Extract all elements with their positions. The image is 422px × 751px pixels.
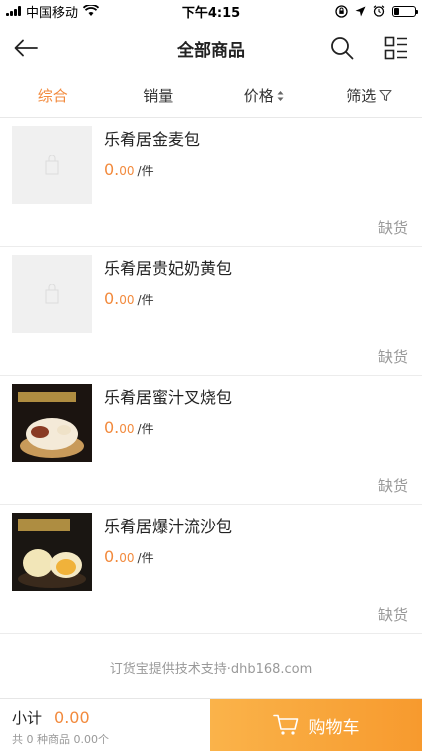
status-right <box>335 5 416 18</box>
price-decimal: 00 <box>119 293 134 307</box>
orientation-lock-icon <box>335 5 348 18</box>
stock-status: 缺货 <box>378 217 408 238</box>
stock-status: 缺货 <box>378 346 408 367</box>
bun-photo-icon <box>12 384 92 462</box>
price-unit: /件 <box>138 162 154 179</box>
back-arrow-icon <box>14 39 38 57</box>
layout-toggle-button[interactable] <box>382 34 410 62</box>
price-unit: /件 <box>138 549 154 566</box>
carrier-label: 中国移动 <box>26 2 78 21</box>
product-price: 0. 00 /件 <box>104 418 154 437</box>
price-integer: 0. <box>104 547 119 566</box>
stock-status: 缺货 <box>378 475 408 496</box>
product-name: 乐肴居贵妃奶黄包 <box>104 255 232 279</box>
sort-tab-sales[interactable]: 销量 <box>106 85 212 106</box>
nav-actions <box>328 34 410 62</box>
price-integer: 0. <box>104 418 119 437</box>
image-placeholder-icon <box>44 284 60 304</box>
subtotal: 小计 0.00 <box>12 707 90 728</box>
filter-icon <box>379 89 392 102</box>
sort-tab-label: 筛选 <box>346 85 376 106</box>
price-decimal: 00 <box>119 164 134 178</box>
status-left: 中国移动 <box>6 2 99 21</box>
search-button[interactable] <box>328 34 356 62</box>
sort-arrows-icon <box>277 90 284 102</box>
subtotal-label: 小计 <box>12 707 42 728</box>
cart-bottom-bar: 小计 0.00 共 0 种商品 0.00个 购物车 <box>0 698 422 750</box>
sort-tab-label: 销量 <box>143 85 173 106</box>
price-decimal: 00 <box>119 422 134 436</box>
sort-tab-filter[interactable]: 筛选 <box>317 85 422 106</box>
cart-icon <box>273 714 299 736</box>
sort-tab-price[interactable]: 价格 <box>211 85 317 106</box>
image-placeholder-icon <box>44 155 60 175</box>
product-price: 0. 00 /件 <box>104 289 154 308</box>
shopping-cart-button[interactable]: 购物车 <box>210 699 422 751</box>
price-decimal: 00 <box>119 551 134 565</box>
product-price: 0. 00 /件 <box>104 160 154 179</box>
subtotal-amount: 0.00 <box>54 708 90 727</box>
product-item[interactable]: 乐肴居爆汁流沙包 0. 00 /件 缺货 <box>0 505 422 634</box>
bun-photo-icon <box>12 513 92 591</box>
product-name: 乐肴居爆汁流沙包 <box>104 513 232 537</box>
product-item[interactable]: 乐肴居金麦包 0. 00 /件 缺货 <box>0 118 422 247</box>
product-image <box>12 513 92 591</box>
grid-list-icon <box>384 36 408 60</box>
back-button[interactable] <box>12 34 40 62</box>
product-image <box>12 384 92 462</box>
sort-bar: 综合 销量 价格 筛选 <box>0 74 422 118</box>
price-integer: 0. <box>104 289 119 308</box>
product-image-placeholder <box>12 126 92 204</box>
product-image-placeholder <box>12 255 92 333</box>
price-unit: /件 <box>138 291 154 308</box>
search-icon <box>330 36 354 60</box>
product-item[interactable]: 乐肴居贵妃奶黄包 0. 00 /件 缺货 <box>0 247 422 376</box>
alarm-icon <box>373 5 385 17</box>
product-name: 乐肴居金麦包 <box>104 126 200 150</box>
product-list: 乐肴居金麦包 0. 00 /件 缺货 乐肴居贵妃奶黄包 0. 00 /件 缺货 <box>0 118 422 634</box>
price-unit: /件 <box>138 420 154 437</box>
product-price: 0. 00 /件 <box>104 547 154 566</box>
battery-icon <box>392 6 416 17</box>
nav-bar: 全部商品 <box>0 22 422 74</box>
stock-status: 缺货 <box>378 604 408 625</box>
signal-icon <box>6 6 21 16</box>
tech-support-note: 订货宝提供技术支持·dhb168.com <box>0 658 422 677</box>
cart-button-label: 购物车 <box>309 713 360 738</box>
product-name: 乐肴居蜜汁叉烧包 <box>104 384 232 408</box>
sort-tab-label: 价格 <box>244 85 274 106</box>
wifi-icon <box>83 5 99 17</box>
item-count: 共 0 种商品 0.00个 <box>12 731 109 747</box>
location-icon <box>355 6 366 17</box>
price-integer: 0. <box>104 160 119 179</box>
status-bar: 中国移动 下午4:15 <box>0 0 422 22</box>
sort-tab-comprehensive[interactable]: 综合 <box>0 85 106 106</box>
sort-tab-label: 综合 <box>38 85 68 106</box>
product-item[interactable]: 乐肴居蜜汁叉烧包 0. 00 /件 缺货 <box>0 376 422 505</box>
